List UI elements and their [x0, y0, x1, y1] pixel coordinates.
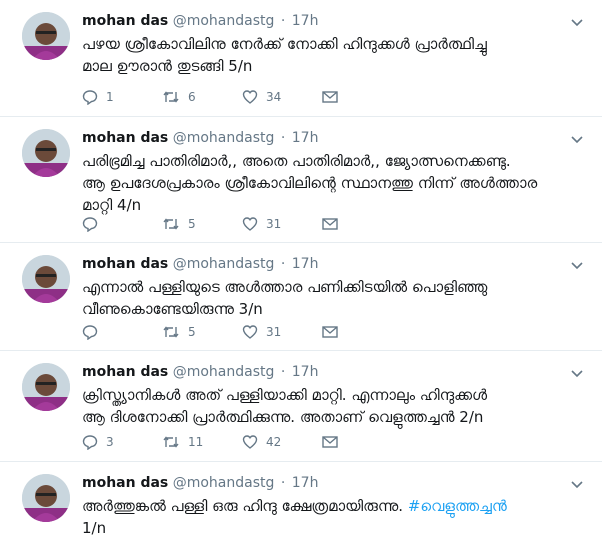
author-handle[interactable]: @mohandastg — [173, 475, 275, 491]
avatar[interactable] — [22, 12, 70, 60]
chevron-down-icon[interactable] — [570, 14, 584, 28]
tweet[interactable]: mohan das @mohandastg · 17h ക്രിസ്ത്യാനി… — [0, 351, 602, 462]
tweet-body: പഴയ ശ്രീകോവിലിനു നേർക്ക് നോക്കി ഹിന്ദുക്… — [82, 35, 487, 75]
tweet-body: പരിഭ്രമിച്ച പാതിരിമാർ,, അതെ പാതിരിമാർ,, … — [82, 152, 538, 214]
timestamp[interactable]: 17h — [292, 130, 319, 146]
separator: · — [280, 364, 286, 380]
hashtag-link[interactable]: #വെളുത്തച്ചൻ — [408, 497, 507, 515]
chevron-down-icon[interactable] — [570, 365, 584, 379]
timestamp[interactable]: 17h — [292, 364, 319, 380]
retweet-icon — [162, 324, 180, 340]
reply-icon — [82, 216, 98, 232]
author-name[interactable]: mohan das — [82, 364, 168, 380]
retweet-button[interactable]: 5 — [162, 214, 196, 234]
tweet-body: ക്രിസ്ത്യാനികൾ അത് പള്ളിയാക്കി മാറ്റി. എ… — [82, 386, 488, 426]
tweet-timeline: mohan das @mohandastg · 17h പഴയ ശ്രീകോവി… — [0, 0, 602, 540]
retweet-count: 5 — [188, 325, 196, 339]
retweet-icon — [162, 89, 180, 105]
direct-message-button[interactable] — [322, 322, 338, 342]
chevron-down-icon[interactable] — [570, 476, 584, 490]
reply-button[interactable] — [82, 322, 106, 342]
separator: · — [280, 256, 286, 272]
author-name[interactable]: mohan das — [82, 130, 168, 146]
timestamp[interactable]: 17h — [292, 475, 319, 491]
reply-button[interactable] — [82, 214, 106, 234]
like-button[interactable]: 31 — [242, 214, 281, 234]
avatar[interactable] — [22, 129, 70, 177]
author-name[interactable]: mohan das — [82, 475, 168, 491]
tweet[interactable]: mohan das @mohandastg · 17h പഴയ ശ്രീകോവി… — [0, 0, 602, 117]
heart-icon — [242, 216, 258, 232]
heart-icon — [242, 434, 258, 450]
author-handle[interactable]: @mohandastg — [173, 130, 275, 146]
tweet-body: അർത്തുങ്കൽ പള്ളി ഒരു ഹിന്ദു ക്ഷേത്രമായിര… — [82, 497, 408, 515]
tweet-text: പരിഭ്രമിച്ച പാതിരിമാർ,, അതെ പാതിരിമാർ,, … — [82, 150, 572, 216]
author-handle[interactable]: @mohandastg — [173, 364, 275, 380]
retweet-count: 5 — [188, 217, 196, 231]
retweet-button[interactable]: 11 — [162, 432, 203, 452]
tweet-body-tail: 1/n — [82, 519, 107, 537]
tweet-header: mohan das @mohandastg · 17h — [82, 129, 318, 147]
timestamp[interactable]: 17h — [292, 256, 319, 272]
avatar[interactable] — [22, 363, 70, 411]
like-button[interactable]: 31 — [242, 322, 281, 342]
chevron-down-icon[interactable] — [570, 131, 584, 145]
reply-button[interactable]: 1 — [82, 87, 114, 107]
reply-count: 1 — [106, 90, 114, 104]
chevron-down-icon[interactable] — [570, 257, 584, 271]
tweet[interactable]: mohan das @mohandastg · 17h പരിഭ്രമിച്ച … — [0, 117, 602, 243]
tweet-text: പഴയ ശ്രീകോവിലിനു നേർക്ക് നോക്കി ഹിന്ദുക്… — [82, 33, 572, 77]
tweet-header: mohan das @mohandastg · 17h — [82, 363, 318, 381]
envelope-icon — [322, 90, 338, 104]
direct-message-button[interactable] — [322, 432, 338, 452]
reply-icon — [82, 434, 98, 450]
tweet[interactable]: mohan das @mohandastg · 17h അർത്തുങ്കൽ പ… — [0, 462, 602, 540]
timestamp[interactable]: 17h — [292, 13, 319, 29]
retweet-icon — [162, 434, 180, 450]
direct-message-button[interactable] — [322, 214, 338, 234]
retweet-count: 11 — [188, 435, 204, 449]
separator: · — [280, 13, 286, 29]
envelope-icon — [322, 325, 338, 339]
like-count: 31 — [266, 325, 282, 339]
tweet-header: mohan das @mohandastg · 17h — [82, 12, 318, 30]
heart-icon — [242, 324, 258, 340]
retweet-button[interactable]: 6 — [162, 87, 196, 107]
direct-message-button[interactable] — [322, 87, 338, 107]
like-button[interactable]: 42 — [242, 432, 281, 452]
reply-icon — [82, 324, 98, 340]
reply-icon — [82, 89, 98, 105]
retweet-count: 6 — [188, 90, 196, 104]
envelope-icon — [322, 217, 338, 231]
author-name[interactable]: mohan das — [82, 256, 168, 272]
tweet-header: mohan das @mohandastg · 17h — [82, 255, 318, 273]
tweet-text: എന്നാൽ പള്ളിയുടെ അൾത്താര പണിക്കിടയിൽ പൊള… — [82, 276, 572, 320]
reply-button[interactable]: 3 — [82, 432, 114, 452]
author-name[interactable]: mohan das — [82, 13, 168, 29]
like-count: 31 — [266, 217, 282, 231]
like-count: 42 — [266, 435, 282, 449]
envelope-icon — [322, 435, 338, 449]
separator: · — [280, 130, 286, 146]
retweet-icon — [162, 216, 180, 232]
avatar[interactable] — [22, 474, 70, 522]
heart-icon — [242, 89, 258, 105]
tweet-body: എന്നാൽ പള്ളിയുടെ അൾത്താര പണിക്കിടയിൽ പൊള… — [82, 278, 488, 318]
tweet-text: അർത്തുങ്കൽ പള്ളി ഒരു ഹിന്ദു ക്ഷേത്രമായിര… — [82, 495, 572, 539]
retweet-button[interactable]: 5 — [162, 322, 196, 342]
tweet[interactable]: mohan das @mohandastg · 17h എന്നാൽ പള്ളി… — [0, 243, 602, 351]
author-handle[interactable]: @mohandastg — [173, 13, 275, 29]
like-button[interactable]: 34 — [242, 87, 281, 107]
avatar[interactable] — [22, 255, 70, 303]
tweet-header: mohan das @mohandastg · 17h — [82, 474, 318, 492]
separator: · — [280, 475, 286, 491]
author-handle[interactable]: @mohandastg — [173, 256, 275, 272]
reply-count: 3 — [106, 435, 114, 449]
tweet-text: ക്രിസ്ത്യാനികൾ അത് പള്ളിയാക്കി മാറ്റി. എ… — [82, 384, 572, 428]
like-count: 34 — [266, 90, 282, 104]
